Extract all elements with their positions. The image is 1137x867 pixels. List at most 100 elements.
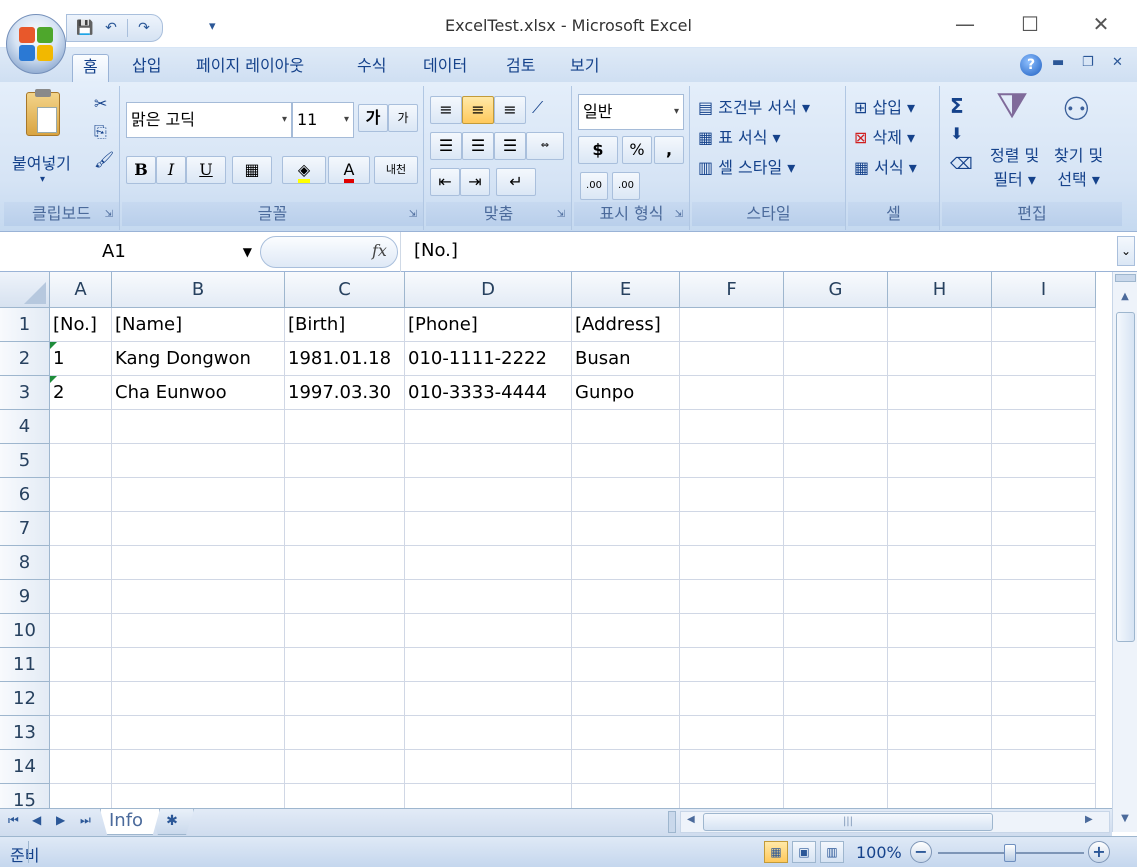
cell-c4[interactable] <box>285 410 405 444</box>
cell-c5[interactable] <box>285 444 405 478</box>
cell-h14[interactable] <box>888 750 992 784</box>
cell-f10[interactable] <box>680 614 784 648</box>
cell-h7[interactable] <box>888 512 992 546</box>
cell-h4[interactable] <box>888 410 992 444</box>
tab-page-layout[interactable]: 페이지 레이아웃 <box>186 54 314 82</box>
column-header-c[interactable]: C <box>285 272 405 308</box>
cell-a5[interactable] <box>50 444 112 478</box>
column-header-e[interactable]: E <box>572 272 680 308</box>
row-header-9[interactable]: 9 <box>0 580 50 614</box>
font-launcher-icon[interactable]: ⇲ <box>409 209 417 220</box>
fill-icon[interactable]: ⬇ <box>950 124 963 143</box>
zoom-level[interactable]: 100% <box>856 843 902 862</box>
cell-c3[interactable]: 1997.03.30 <box>285 376 405 410</box>
cell-i10[interactable] <box>992 614 1096 648</box>
binoculars-icon[interactable]: ⚇ <box>1062 90 1091 128</box>
insert-cells-button[interactable]: ⊞ 삽입 ▾ <box>854 94 915 118</box>
tab-insert[interactable]: 삽입 <box>122 54 171 82</box>
cell-h10[interactable] <box>888 614 992 648</box>
cell-a14[interactable] <box>50 750 112 784</box>
cell-a10[interactable] <box>50 614 112 648</box>
align-left-button[interactable]: ☰ <box>430 132 462 160</box>
clipboard-launcher-icon[interactable]: ⇲ <box>105 209 113 220</box>
orientation-icon[interactable]: ⟋ <box>532 98 543 118</box>
font-name-select[interactable]: 맑은 고딕 ▾ <box>126 102 292 138</box>
cell-b9[interactable] <box>112 580 285 614</box>
cell-d1[interactable]: [Phone] <box>405 308 572 342</box>
cell-h5[interactable] <box>888 444 992 478</box>
cell-g3[interactable] <box>784 376 888 410</box>
cell-c13[interactable] <box>285 716 405 750</box>
cell-a15[interactable] <box>50 784 112 808</box>
cell-b13[interactable] <box>112 716 285 750</box>
row-header-8[interactable]: 8 <box>0 546 50 580</box>
cell-a1[interactable]: [No.] <box>50 308 112 342</box>
name-box-dropdown-icon[interactable]: ▼ <box>243 235 252 269</box>
formula-input[interactable]: [No.] <box>400 232 1115 272</box>
column-header-h[interactable]: H <box>888 272 992 308</box>
row-header-10[interactable]: 10 <box>0 614 50 648</box>
cell-b12[interactable] <box>112 682 285 716</box>
column-header-a[interactable]: A <box>50 272 112 308</box>
row-header-7[interactable]: 7 <box>0 512 50 546</box>
cell-e11[interactable] <box>572 648 680 682</box>
cell-e13[interactable] <box>572 716 680 750</box>
cell-e3[interactable]: Gunpo <box>572 376 680 410</box>
format-painter-icon[interactable]: 🖌 <box>94 150 114 169</box>
cell-h15[interactable] <box>888 784 992 808</box>
cell-d12[interactable] <box>405 682 572 716</box>
cell-e4[interactable] <box>572 410 680 444</box>
cell-g12[interactable] <box>784 682 888 716</box>
autosum-icon[interactable]: Σ <box>950 94 964 118</box>
cell-i6[interactable] <box>992 478 1096 512</box>
scroll-right-icon[interactable]: ▶ <box>1085 814 1093 825</box>
row-header-5[interactable]: 5 <box>0 444 50 478</box>
cell-e10[interactable] <box>572 614 680 648</box>
font-size-select[interactable]: 11 ▾ <box>292 102 354 138</box>
insert-function-icon[interactable]: fx <box>372 241 387 260</box>
cell-a13[interactable] <box>50 716 112 750</box>
cell-i15[interactable] <box>992 784 1096 808</box>
cell-b6[interactable] <box>112 478 285 512</box>
page-layout-view-button[interactable]: ▣ <box>792 841 816 863</box>
cell-f4[interactable] <box>680 410 784 444</box>
cell-d15[interactable] <box>405 784 572 808</box>
tab-review[interactable]: 검토 <box>496 54 545 82</box>
cell-c7[interactable] <box>285 512 405 546</box>
cell-e8[interactable] <box>572 546 680 580</box>
cell-h6[interactable] <box>888 478 992 512</box>
cell-i4[interactable] <box>992 410 1096 444</box>
cell-i5[interactable] <box>992 444 1096 478</box>
tab-formulas[interactable]: 수식 <box>347 54 396 82</box>
cell-d9[interactable] <box>405 580 572 614</box>
copy-icon[interactable]: ⎘ <box>94 122 107 142</box>
select-all-corner[interactable] <box>0 272 50 308</box>
cell-b1[interactable]: [Name] <box>112 308 285 342</box>
cell-c1[interactable]: [Birth] <box>285 308 405 342</box>
italic-button[interactable]: I <box>156 156 186 184</box>
last-sheet-icon[interactable]: ⏭ <box>80 813 91 828</box>
cell-b5[interactable] <box>112 444 285 478</box>
cell-i13[interactable] <box>992 716 1096 750</box>
cell-d7[interactable] <box>405 512 572 546</box>
cell-i11[interactable] <box>992 648 1096 682</box>
cell-h9[interactable] <box>888 580 992 614</box>
cut-icon[interactable]: ✂ <box>94 94 107 113</box>
cell-c14[interactable] <box>285 750 405 784</box>
cell-g15[interactable] <box>784 784 888 808</box>
cell-f11[interactable] <box>680 648 784 682</box>
row-header-2[interactable]: 2 <box>0 342 50 376</box>
expand-formula-bar-icon[interactable]: ⌄ <box>1117 236 1135 266</box>
cell-f7[interactable] <box>680 512 784 546</box>
column-header-f[interactable]: F <box>680 272 784 308</box>
cell-e14[interactable] <box>572 750 680 784</box>
wrap-text-button[interactable]: ↵ <box>496 168 536 196</box>
cell-f9[interactable] <box>680 580 784 614</box>
cell-b15[interactable] <box>112 784 285 808</box>
cell-e2[interactable]: Busan <box>572 342 680 376</box>
fill-color-button[interactable]: ◈ <box>282 156 326 184</box>
cell-i14[interactable] <box>992 750 1096 784</box>
cell-f8[interactable] <box>680 546 784 580</box>
vertical-scroll-thumb[interactable] <box>1116 312 1135 642</box>
cell-c15[interactable] <box>285 784 405 808</box>
